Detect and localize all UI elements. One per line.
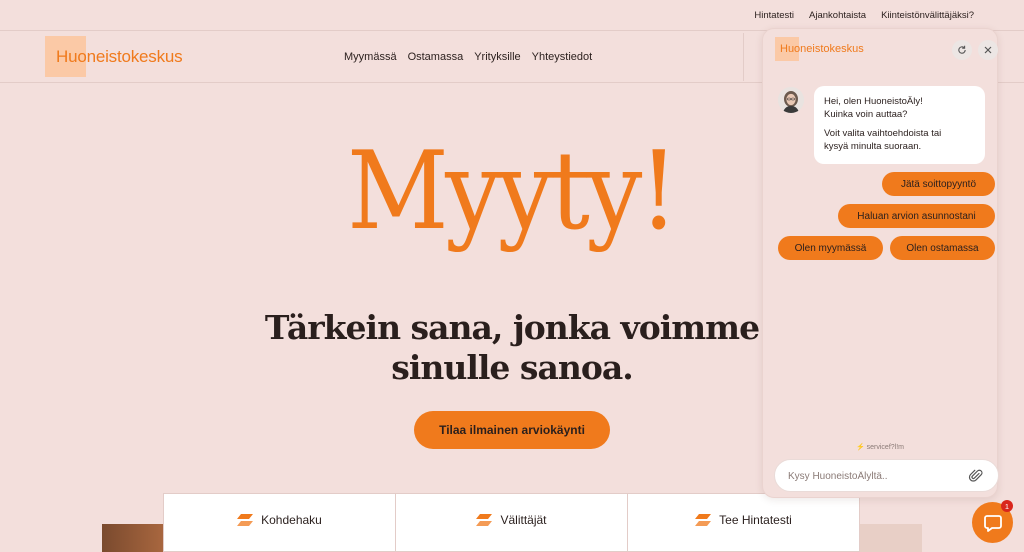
bolt-icon: ⚡ bbox=[855, 444, 865, 451]
chat-widget: Huoneistokeskus Hei, olen HuoneistoÄly! … bbox=[762, 28, 999, 498]
quick-links: Kohdehaku Välittäjät Tee Hintatesti bbox=[163, 493, 860, 552]
logo-text: Huoneistokeskus bbox=[56, 46, 183, 66]
quick-reply-callback[interactable]: Jätä soittopyyntö bbox=[882, 172, 995, 196]
tab-label: Välittäjät bbox=[500, 513, 547, 527]
brand-mark-icon bbox=[237, 514, 254, 526]
chat-refresh-button[interactable] bbox=[952, 40, 972, 60]
quick-reply-valuation[interactable]: Haluan arvion asunnostani bbox=[838, 204, 995, 228]
tab-kohdehaku[interactable]: Kohdehaku bbox=[164, 494, 396, 551]
utility-link-hintatesti[interactable]: Hintatesti bbox=[754, 10, 794, 21]
brand-mark-icon bbox=[476, 514, 493, 526]
chat-bubble-icon bbox=[983, 514, 1002, 532]
avatar-portrait-icon bbox=[778, 87, 804, 113]
utility-bar: Hintatesti Ajankohtaista Kiinteistönväli… bbox=[0, 0, 1024, 31]
property-photo-left bbox=[102, 524, 164, 552]
hero-title: Myyty! bbox=[347, 129, 679, 254]
quick-reply-selling[interactable]: Olen myymässä bbox=[778, 236, 883, 260]
notification-badge: 1 bbox=[1001, 500, 1013, 512]
chat-message-input[interactable] bbox=[788, 468, 958, 484]
quick-reply-buying[interactable]: Olen ostamassa bbox=[890, 236, 995, 260]
nav-item-yhteystiedot[interactable]: Yhteystiedot bbox=[532, 51, 593, 63]
hero-subtitle-line1: Tärkein sana, jonka voimme bbox=[264, 308, 760, 347]
tab-label: Kohdehaku bbox=[261, 513, 322, 527]
assistant-message: Hei, olen HuoneistoÄly! Kuinka voin autt… bbox=[814, 86, 985, 164]
close-icon bbox=[984, 46, 992, 54]
header-divider bbox=[743, 33, 744, 81]
powered-by: ⚡ servicef?l!m bbox=[763, 443, 997, 451]
assistant-avatar bbox=[778, 87, 804, 113]
tab-label: Tee Hintatesti bbox=[719, 513, 792, 527]
chat-input-box bbox=[774, 459, 999, 492]
chat-header: Huoneistokeskus bbox=[763, 29, 998, 71]
tab-hintatesti[interactable]: Tee Hintatesti bbox=[628, 494, 859, 551]
site-logo[interactable]: Huoneistokeskus bbox=[45, 36, 183, 77]
powered-by-label: servicef?l!m bbox=[866, 444, 904, 451]
nav-item-ostamassa[interactable]: Ostamassa bbox=[408, 51, 464, 63]
chat-logo: Huoneistokeskus bbox=[775, 37, 864, 61]
chat-close-button[interactable] bbox=[978, 40, 998, 60]
hero-subtitle: Tärkein sana, jonka voimme sinulle sanoa… bbox=[230, 308, 794, 388]
nav-item-myymassa[interactable]: Myymässä bbox=[344, 51, 397, 63]
utility-link-ajankohtaista[interactable]: Ajankohtaista bbox=[809, 10, 866, 21]
utility-nav: Hintatesti Ajankohtaista Kiinteistönväli… bbox=[754, 10, 974, 21]
order-valuation-button[interactable]: Tilaa ilmainen arviokäynti bbox=[414, 411, 610, 449]
message-line: kysyä minulta suoraan. bbox=[824, 140, 922, 152]
message-line: Hei, olen HuoneistoÄly! bbox=[824, 96, 923, 107]
hero-subtitle-line2: sinulle sanoa. bbox=[391, 348, 634, 387]
chat-logo-text: Huoneistokeskus bbox=[780, 43, 864, 55]
tab-valittajat[interactable]: Välittäjät bbox=[396, 494, 628, 551]
message-line: Voit valita vaihtoehdoista tai bbox=[824, 128, 942, 139]
message-line: Kuinka voin auttaa? bbox=[824, 108, 908, 120]
main-nav: Myymässä Ostamassa Yrityksille Yhteystie… bbox=[344, 51, 592, 63]
utility-link-kiinteistonvalittajaksi[interactable]: Kiinteistönvälittäjäksi? bbox=[881, 10, 974, 21]
refresh-icon bbox=[958, 45, 966, 54]
paperclip-icon[interactable] bbox=[968, 468, 984, 484]
nav-item-yrityksille[interactable]: Yrityksille bbox=[474, 51, 520, 63]
property-photo-right bbox=[860, 524, 922, 552]
brand-mark-icon bbox=[695, 514, 712, 526]
